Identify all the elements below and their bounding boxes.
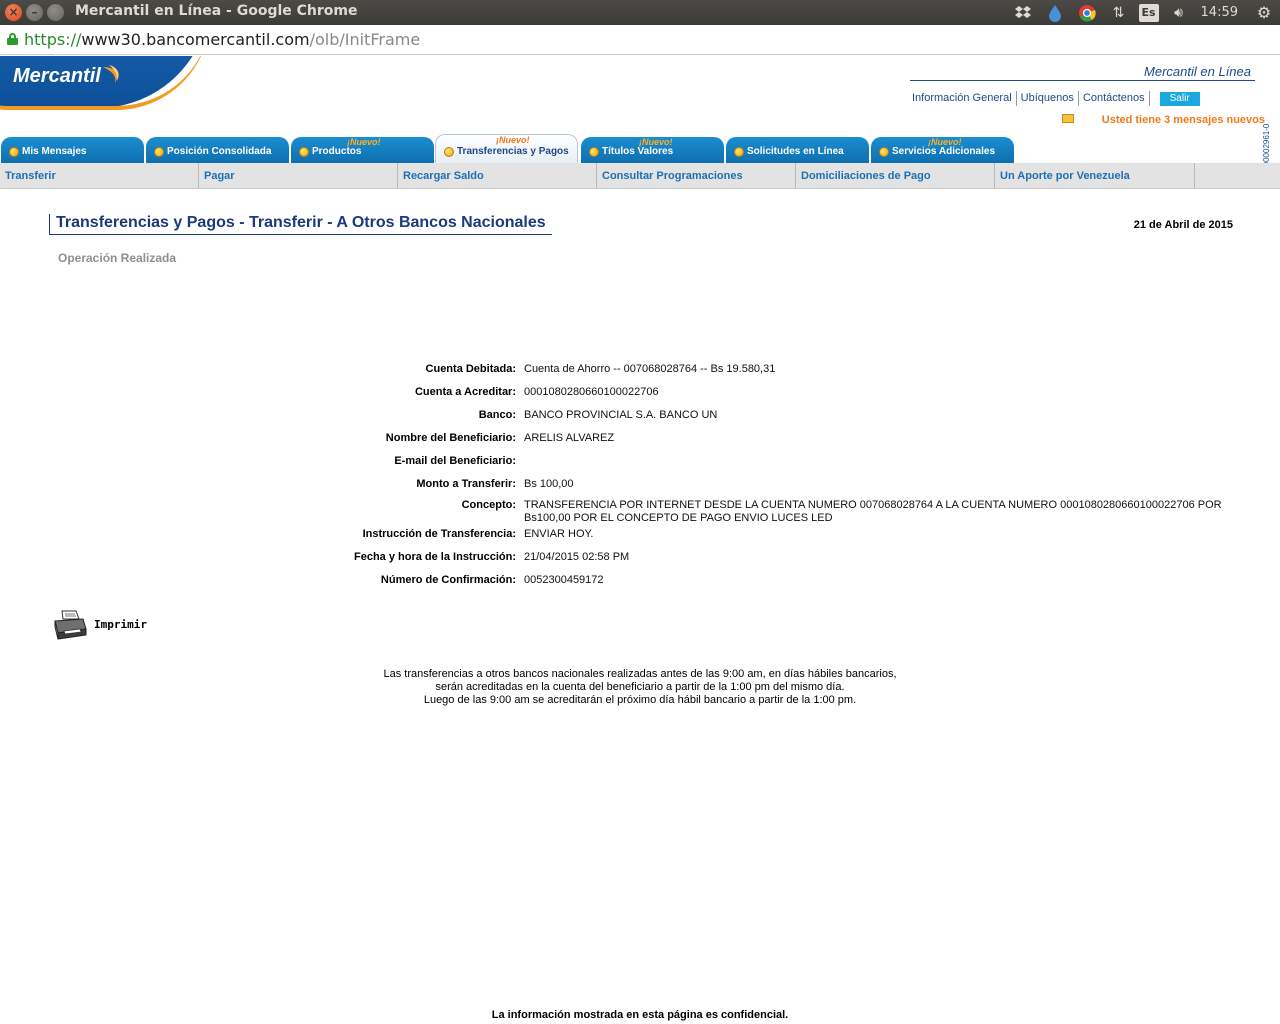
window-title: Mercantil en Línea - Google Chrome bbox=[75, 3, 358, 19]
tab-bullet-icon bbox=[589, 147, 599, 157]
water-drop-icon[interactable] bbox=[1043, 3, 1067, 23]
detail-value: ARELIS ALVAREZ bbox=[524, 432, 615, 444]
detail-label: Cuenta Debitada: bbox=[425, 363, 516, 375]
subnav-pagar[interactable]: Pagar bbox=[199, 163, 398, 189]
chrome-icon[interactable] bbox=[1075, 3, 1099, 23]
print-button[interactable]: Imprimir bbox=[52, 609, 182, 641]
detail-label: Banco: bbox=[478, 409, 516, 421]
top-links: Información General Ubíquenos Contácteno… bbox=[908, 91, 1200, 106]
system-tray: ⇅ Es 🔊︎ 14:59 ⚙︎ bbox=[1007, 0, 1280, 25]
printer-icon bbox=[54, 610, 87, 640]
dropbox-icon[interactable] bbox=[1011, 3, 1035, 23]
transfer-notice: Las transferencias a otros bancos nacion… bbox=[0, 668, 1280, 707]
detail-value: 0052300459172 bbox=[524, 574, 604, 586]
logo-text: Mercantil bbox=[13, 65, 101, 87]
envelope-icon[interactable] bbox=[1062, 114, 1074, 123]
tab-label: Servicios Adicionales bbox=[892, 146, 996, 157]
site-header: Mercantil Mercantil en Línea Información… bbox=[0, 56, 1280, 173]
tab-posicion-consolidada[interactable]: Posición Consolidada bbox=[146, 137, 289, 163]
logout-button[interactable]: Salir bbox=[1159, 91, 1200, 106]
detail-label: Concepto: bbox=[461, 499, 516, 511]
page-title: Transferencias y Pagos - Transferir - A … bbox=[49, 214, 552, 235]
brand-divider bbox=[910, 80, 1255, 81]
notice-line: Luego de las 9:00 am se acreditarán el p… bbox=[423, 694, 857, 706]
tab-label: Solicitudes en Línea bbox=[747, 146, 844, 157]
detail-label: Cuenta a Acreditar: bbox=[414, 386, 516, 398]
subnav-consultar-programaciones[interactable]: Consultar Programaciones bbox=[597, 163, 796, 189]
tab-mis-mensajes[interactable]: Mis Mensajes bbox=[1, 137, 144, 163]
tab-label: Títulos Valores bbox=[602, 146, 674, 157]
tab-bullet-icon bbox=[444, 147, 454, 157]
tab-transferencias-y-pagos[interactable]: ¡Nuevo! Transferencias y Pagos bbox=[435, 134, 578, 163]
detail-label: Número de Confirmación: bbox=[380, 574, 516, 586]
gear-icon[interactable]: ⚙︎ bbox=[1252, 3, 1276, 23]
lock-icon bbox=[7, 33, 18, 45]
brand-name: Mercantil en Línea bbox=[1144, 64, 1251, 79]
detail-value: Cuenta de Ahorro -- 007068028764 -- Bs 1… bbox=[524, 363, 776, 375]
tab-titulos-valores[interactable]: ¡Nuevo! Títulos Valores bbox=[581, 137, 724, 163]
minimize-window-button[interactable]: – bbox=[26, 4, 43, 21]
address-bar[interactable]: https://www30.bancomercantil.com/olb/Ini… bbox=[0, 25, 1280, 55]
detail-label: E-mail del Beneficiario: bbox=[394, 455, 516, 467]
close-window-button[interactable]: × bbox=[5, 4, 22, 21]
tab-bullet-icon bbox=[299, 147, 309, 157]
tab-bullet-icon bbox=[9, 147, 19, 157]
url-host: www30.bancomercantil.com bbox=[81, 30, 310, 49]
window-titlebar: × – Mercantil en Línea - Google Chrome ⇅… bbox=[0, 0, 1280, 25]
url-scheme: https:// bbox=[24, 30, 82, 49]
logo-swoosh-icon bbox=[103, 65, 119, 83]
url-text[interactable]: https://www30.bancomercantil.com/olb/Ini… bbox=[24, 30, 420, 49]
tab-bullet-icon bbox=[154, 147, 164, 157]
volume-icon[interactable]: 🔊︎ bbox=[1167, 3, 1191, 23]
clock[interactable]: 14:59 bbox=[1201, 5, 1238, 20]
mercantil-logo[interactable]: Mercantil bbox=[0, 56, 205, 111]
tab-label: Productos bbox=[312, 146, 362, 157]
notice-line: Las transferencias a otros bancos nacion… bbox=[383, 668, 897, 680]
detail-label: Instrucción de Transferencia: bbox=[362, 528, 516, 540]
subnav-un-aporte-por-venezuela[interactable]: Un Aporte por Venezuela bbox=[995, 163, 1195, 189]
page-date: 21 de Abril de 2015 bbox=[1133, 219, 1233, 231]
keyboard-layout-indicator[interactable]: Es bbox=[1138, 3, 1159, 22]
sub-navigation: Transferir Pagar Recargar Saldo Consulta… bbox=[0, 163, 1280, 189]
new-messages-notice[interactable]: Usted tiene 3 mensajes nuevos bbox=[1102, 114, 1265, 126]
detail-value: 21/04/2015 02:58 PM bbox=[524, 551, 630, 563]
link-informacion-general[interactable]: Información General bbox=[908, 91, 1017, 106]
main-tabs: Mis Mensajes Posición Consolidada ¡Nuevo… bbox=[0, 134, 1280, 163]
detail-label: Fecha y hora de la Instrucción: bbox=[354, 551, 516, 563]
tab-servicios-adicionales[interactable]: ¡Nuevo! Servicios Adicionales bbox=[871, 137, 1014, 163]
detail-value: TRANSFERENCIA POR INTERNET DESDE LA CUEN… bbox=[524, 499, 1222, 524]
detail-value: BANCO PROVINCIAL S.A. BANCO UN bbox=[524, 409, 718, 421]
tab-productos[interactable]: ¡Nuevo! Productos bbox=[291, 137, 434, 163]
subnav-transferir[interactable]: Transferir bbox=[0, 163, 199, 189]
detail-value: 00010802806601000227​06 bbox=[524, 386, 659, 398]
print-label: Imprimir bbox=[94, 618, 147, 631]
new-badge: ¡Nuevo! bbox=[496, 135, 530, 145]
operation-status: Operación Realizada bbox=[58, 251, 177, 265]
tab-solicitudes-en-linea[interactable]: Solicitudes en Línea bbox=[726, 137, 869, 163]
confidential-footer: La información mostrada en esta página e… bbox=[491, 1009, 789, 1021]
tab-label: Posición Consolidada bbox=[167, 146, 272, 157]
tab-label: Transferencias y Pagos bbox=[457, 146, 569, 157]
link-ubiquenos[interactable]: Ubíquenos bbox=[1017, 91, 1079, 106]
tab-label: Mis Mensajes bbox=[22, 146, 87, 157]
url-path: /olb/InitFrame bbox=[309, 30, 421, 49]
detail-value: ENVIAR HOY. bbox=[524, 528, 594, 540]
detail-label: Monto a Transferir: bbox=[416, 478, 516, 490]
tab-bullet-icon bbox=[879, 147, 889, 157]
maximize-window-button[interactable] bbox=[47, 4, 64, 21]
subnav-domiciliaciones-de-pago[interactable]: Domiciliaciones de Pago bbox=[796, 163, 995, 189]
notice-line: serán acreditadas en la cuenta del benef… bbox=[435, 681, 845, 693]
link-contactenos[interactable]: Contáctenos bbox=[1079, 91, 1150, 106]
tab-bullet-icon bbox=[734, 147, 744, 157]
detail-value: Bs 100,00 bbox=[524, 478, 574, 490]
subnav-recargar-saldo[interactable]: Recargar Saldo bbox=[398, 163, 597, 189]
network-arrows-icon[interactable]: ⇅ bbox=[1107, 3, 1131, 23]
detail-label: Nombre del Beneficiario: bbox=[385, 432, 516, 444]
